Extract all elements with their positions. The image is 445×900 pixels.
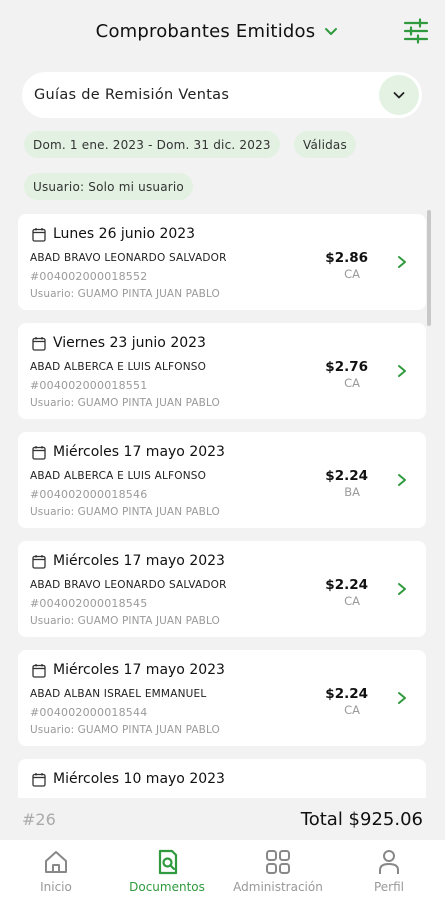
total-amount: Total $925.06	[300, 808, 423, 830]
card-code: BA	[344, 485, 360, 499]
nav-label: Inicio	[40, 880, 72, 894]
chevron-right-icon[interactable]	[396, 254, 408, 270]
card-user: Usuario: GUAMO PINTA JUAN PABLO	[30, 288, 220, 300]
chevron-right-icon[interactable]	[396, 690, 408, 706]
document-card[interactable]: Miércoles 17 mayo 2023 ABAD ALBERCA E LU…	[18, 432, 426, 528]
card-amount: $2.24	[325, 468, 368, 484]
nav-label: Documentos	[129, 880, 205, 894]
client-name: ABAD ALBERCA E LUIS ALFONSO	[30, 361, 207, 373]
client-name: ABAD ALBAN ISRAEL EMMANUEL	[30, 688, 207, 700]
card-amount: $2.76	[325, 359, 368, 375]
document-card[interactable]: Miércoles 10 mayo 2023	[18, 759, 426, 798]
page-title: Comprobantes Emitidos	[95, 20, 316, 42]
card-code: CA	[344, 594, 360, 608]
document-search-icon	[158, 849, 178, 875]
document-card[interactable]: Viernes 23 junio 2023 ABAD ALBERCA E LUI…	[18, 323, 426, 419]
card-date: Miércoles 10 mayo 2023	[53, 771, 225, 787]
card-user: Usuario: GUAMO PINTA JUAN PABLO	[30, 615, 220, 627]
calendar-icon	[32, 663, 46, 678]
card-date: Miércoles 17 mayo 2023	[53, 553, 225, 569]
document-card[interactable]: Lunes 26 junio 2023 ABAD BRAVO LEONARDO …	[18, 214, 426, 310]
calendar-icon	[32, 772, 46, 787]
document-type-select[interactable]: Guías de Remisión Ventas	[22, 72, 422, 118]
user-filter-chip[interactable]: Usuario: Solo mi usuario	[24, 173, 193, 200]
status-chip[interactable]: Válidas	[294, 131, 356, 158]
card-user: Usuario: GUAMO PINTA JUAN PABLO	[30, 397, 220, 409]
date-range-chip[interactable]: Dom. 1 ene. 2023 - Dom. 31 dic. 2023	[24, 131, 280, 158]
person-icon	[379, 850, 399, 874]
document-number: #004002000018546	[30, 488, 148, 501]
nav-label: Administración	[233, 880, 323, 894]
card-amount: $2.24	[325, 686, 368, 702]
select-dropdown-button[interactable]	[379, 75, 419, 115]
document-number: #004002000018552	[30, 270, 148, 283]
chevron-right-icon[interactable]	[396, 581, 408, 597]
calendar-icon	[32, 445, 46, 460]
card-date: Viernes 23 junio 2023	[53, 335, 206, 351]
nav-item-inicio[interactable]: Inicio	[1, 848, 111, 894]
nav-item-administracion[interactable]: Administración	[223, 848, 333, 894]
document-card[interactable]: Miércoles 17 mayo 2023 ABAD ALBAN ISRAEL…	[18, 650, 426, 746]
chevron-right-icon[interactable]	[396, 472, 408, 488]
card-date: Miércoles 17 mayo 2023	[53, 444, 225, 460]
card-user: Usuario: GUAMO PINTA JUAN PABLO	[30, 724, 220, 736]
card-code: CA	[344, 267, 360, 281]
title-dropdown[interactable]: Comprobantes Emitidos	[96, 21, 340, 42]
calendar-icon	[32, 336, 46, 351]
calendar-icon	[32, 227, 46, 242]
home-icon	[45, 851, 67, 873]
chevron-right-icon[interactable]	[396, 363, 408, 379]
documents-list[interactable]: Lunes 26 junio 2023 ABAD BRAVO LEONARDO …	[18, 214, 426, 798]
calendar-icon	[32, 554, 46, 569]
chevron-down-icon	[325, 28, 338, 35]
sliders-icon[interactable]	[403, 18, 429, 44]
nav-label: Perfil	[373, 880, 405, 894]
nav-item-perfil[interactable]: Perfil	[334, 848, 444, 894]
scrollbar[interactable]	[427, 210, 431, 326]
bottom-nav: Inicio Documentos Administración Perfil	[0, 840, 445, 900]
totals-bar: #26 Total $925.06	[0, 798, 445, 840]
card-code: CA	[344, 376, 360, 390]
card-date: Miércoles 17 mayo 2023	[53, 662, 225, 678]
card-amount: $2.86	[325, 250, 368, 266]
client-name: ABAD BRAVO LEONARDO SALVADOR	[30, 579, 227, 591]
document-number: #004002000018551	[30, 379, 148, 392]
card-amount: $2.24	[325, 577, 368, 593]
client-name: ABAD BRAVO LEONARDO SALVADOR	[30, 252, 227, 264]
nav-item-documentos[interactable]: Documentos	[112, 848, 222, 894]
document-count: #26	[22, 809, 56, 829]
chevron-down-icon	[393, 92, 405, 99]
document-number: #004002000018544	[30, 706, 148, 719]
client-name: ABAD ALBERCA E LUIS ALFONSO	[30, 470, 207, 482]
header: Comprobantes Emitidos	[0, 0, 445, 62]
grid-icon	[266, 850, 290, 874]
card-user: Usuario: GUAMO PINTA JUAN PABLO	[30, 506, 220, 518]
document-card[interactable]: Miércoles 17 mayo 2023 ABAD BRAVO LEONAR…	[18, 541, 426, 637]
card-code: CA	[344, 703, 360, 717]
card-date: Lunes 26 junio 2023	[53, 226, 196, 242]
document-type-value: Guías de Remisión Ventas	[34, 87, 230, 103]
document-number: #004002000018545	[30, 597, 148, 610]
